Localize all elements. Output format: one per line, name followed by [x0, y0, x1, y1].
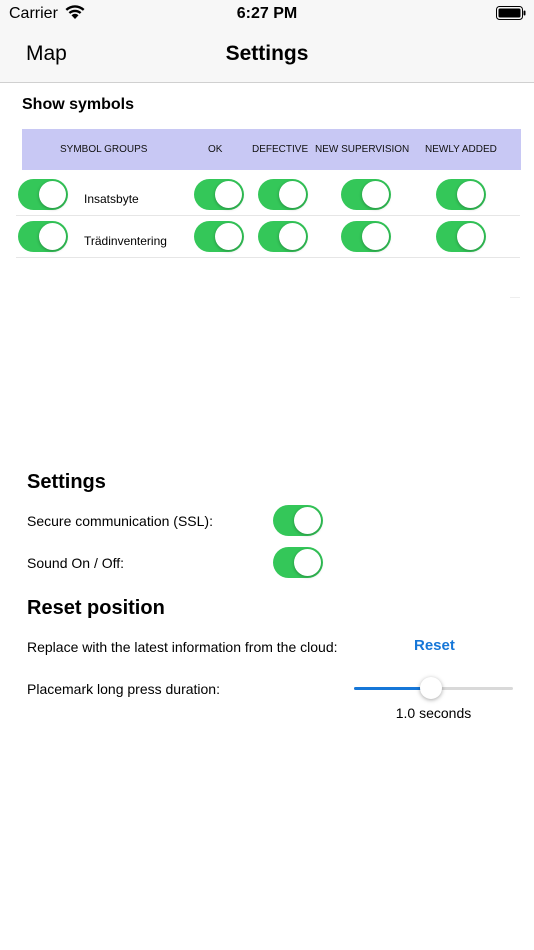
divider	[510, 297, 520, 298]
ssl-label: Secure communication (SSL):	[27, 513, 213, 529]
status-bar: Carrier 6:27 PM	[0, 0, 534, 28]
new-supervision-toggle-tradinventering[interactable]	[341, 221, 391, 252]
table-row: Trädinventering	[16, 215, 520, 258]
group-toggle-insatsbyte[interactable]	[18, 179, 68, 210]
ok-toggle-insatsbyte[interactable]	[194, 179, 244, 210]
col-ok: OK	[208, 144, 223, 155]
sound-label: Sound On / Off:	[27, 555, 125, 571]
replace-label: Replace with the latest information from…	[27, 639, 338, 655]
row-label-tradinventering: Trädinventering	[84, 234, 167, 248]
reset-button[interactable]: Reset	[414, 637, 455, 654]
newly-added-toggle-insatsbyte[interactable]	[436, 179, 486, 210]
row-label-insatsbyte: Insatsbyte	[84, 192, 139, 206]
newly-added-toggle-tradinventering[interactable]	[436, 221, 486, 252]
page-title: Settings	[225, 42, 309, 65]
slider-value: 1.0 seconds	[395, 705, 472, 721]
long-press-label: Placemark long press duration:	[27, 681, 220, 697]
settings-heading: Settings	[27, 471, 106, 493]
long-press-duration-slider[interactable]	[354, 676, 513, 700]
col-newly-added: NEWLY ADDED	[425, 144, 497, 155]
defective-toggle-tradinventering[interactable]	[258, 221, 308, 252]
show-symbols-heading: Show symbols	[22, 96, 135, 113]
ssl-toggle[interactable]	[273, 505, 323, 536]
col-new-supervision: NEW SUPERVISION	[315, 144, 410, 155]
ok-toggle-tradinventering[interactable]	[194, 221, 244, 252]
col-symbol-groups: SYMBOL GROUPS	[60, 144, 148, 155]
navigation-bar: Map Settings	[0, 28, 534, 83]
sound-toggle[interactable]	[273, 547, 323, 578]
table-row: Insatsbyte	[16, 173, 520, 216]
battery-icon	[496, 6, 526, 20]
reset-position-heading: Reset position	[27, 597, 165, 619]
symbols-table-header: SYMBOL GROUPS OK DEFECTIVE NEW SUPERVISI…	[22, 129, 521, 170]
group-toggle-tradinventering[interactable]	[18, 221, 68, 252]
col-defective: DEFECTIVE	[252, 144, 309, 155]
slider-thumb[interactable]	[419, 677, 442, 699]
defective-toggle-insatsbyte[interactable]	[258, 179, 308, 210]
new-supervision-toggle-insatsbyte[interactable]	[341, 179, 391, 210]
status-time: 6:27 PM	[236, 5, 298, 22]
